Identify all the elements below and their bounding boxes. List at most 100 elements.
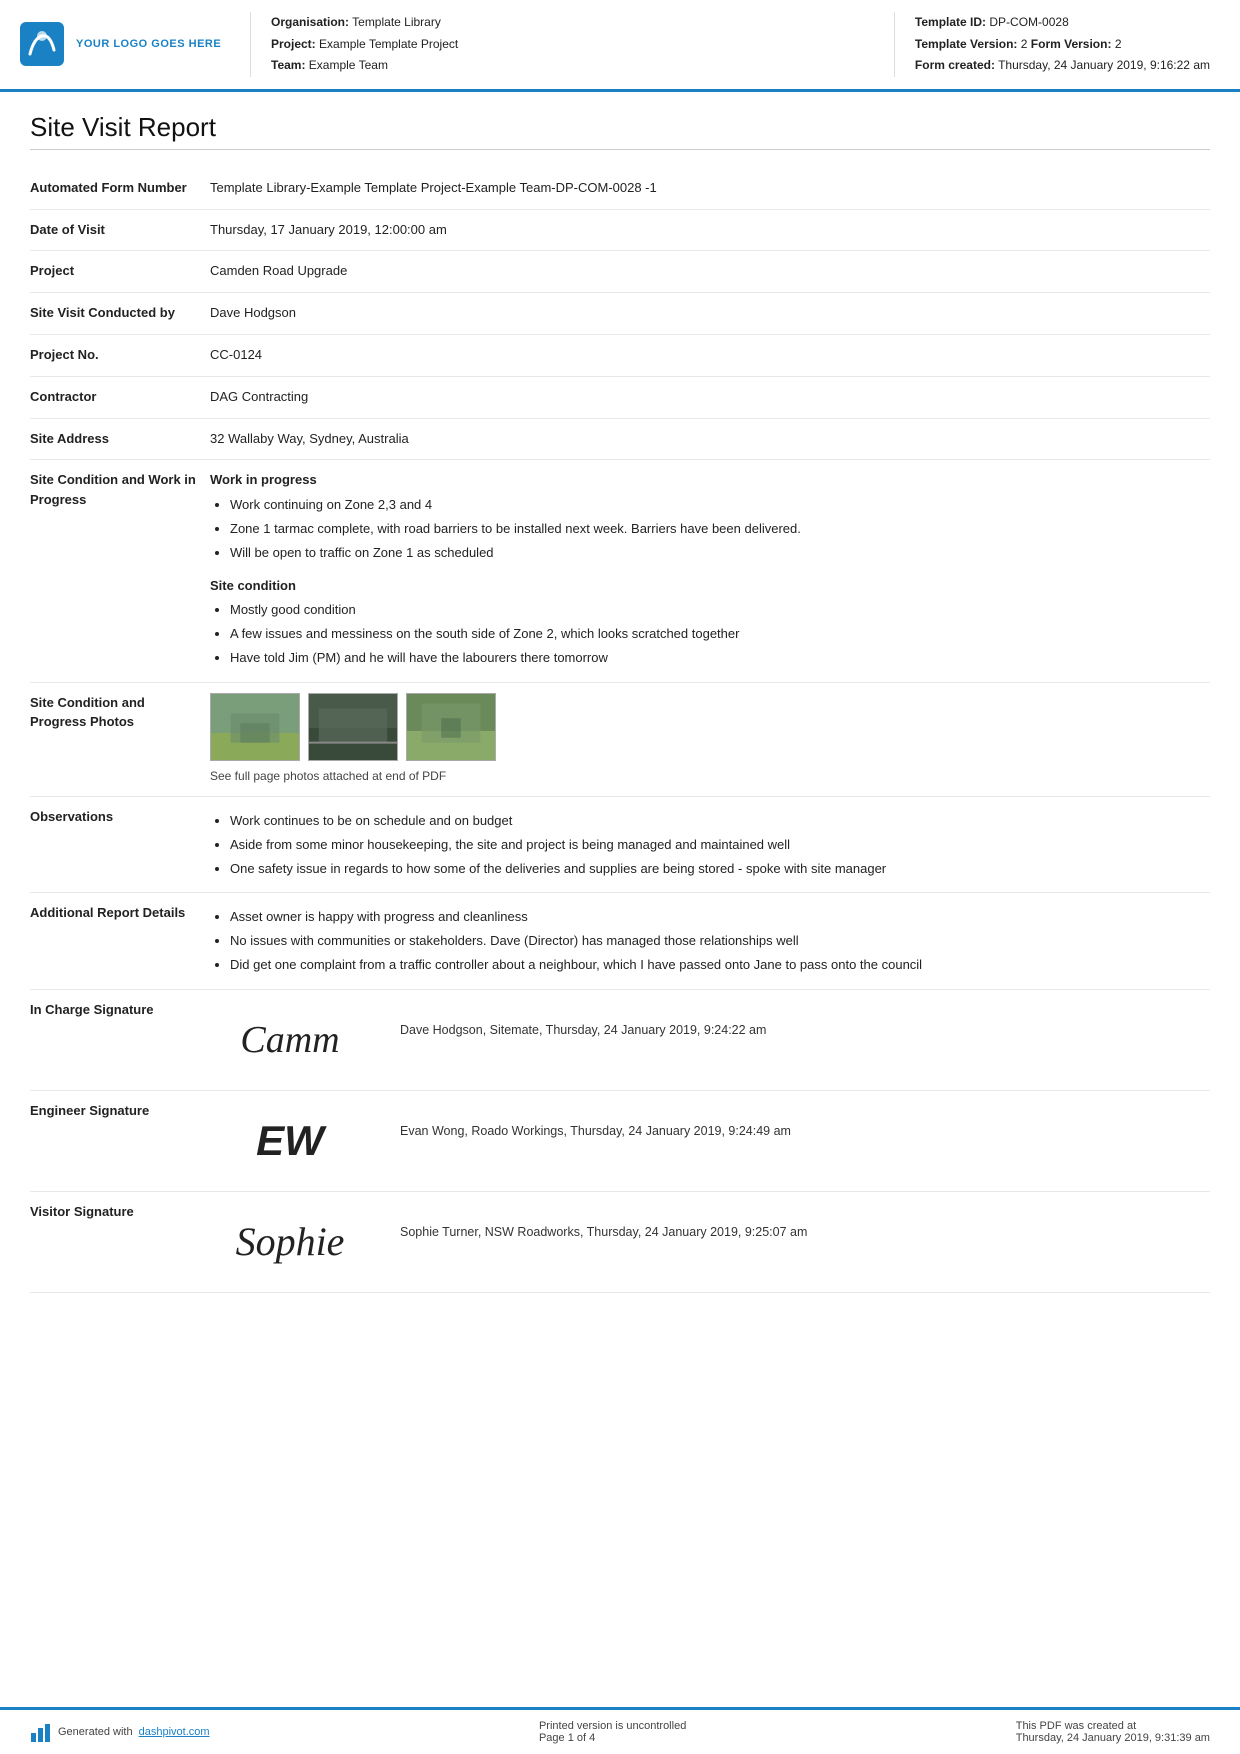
list-item: One safety issue in regards to how some … — [230, 859, 1210, 880]
created-date: Thursday, 24 January 2019, 9:31:39 am — [1016, 1732, 1210, 1744]
observations-row: Observations Work continues to be on sch… — [30, 797, 1210, 893]
in-charge-value: Camm Dave Hodgson, Sitemate, Thursday, 2… — [210, 1000, 1210, 1080]
form-created-value: Thursday, 24 January 2019, 9:16:22 am — [998, 58, 1210, 72]
page-text: Page 1 of 4 — [539, 1732, 686, 1744]
in-charge-label: In Charge Signature — [30, 1000, 210, 1020]
footer-print-text: Printed version is uncontrolled Page 1 o… — [539, 1720, 686, 1744]
visitor-label: Visitor Signature — [30, 1202, 210, 1222]
engineer-sig-info: Evan Wong, Roado Workings, Thursday, 24 … — [400, 1101, 791, 1141]
automated-value: Template Library-Example Template Projec… — [210, 178, 1210, 199]
in-charge-sig-text: Camm — [240, 1021, 339, 1059]
list-item: Asset owner is happy with progress and c… — [230, 907, 1210, 928]
project-row: Project Camden Road Upgrade — [30, 251, 1210, 293]
contractor-row: Contractor DAG Contracting — [30, 377, 1210, 419]
site-condition-heading: Site condition — [210, 576, 1210, 597]
footer-brand: Generated with dashpivot.com — [30, 1721, 210, 1743]
visitor-row: Visitor Signature Sophie Sophie Turner, … — [30, 1192, 1210, 1293]
logo-area: YOUR LOGO GOES HERE — [20, 12, 230, 77]
footer: Generated with dashpivot.com Printed ver… — [0, 1707, 1240, 1754]
header-right: Template ID: DP-COM-0028 Template Versio… — [894, 12, 1210, 77]
list-item: No issues with communities or stakeholde… — [230, 931, 1210, 952]
list-item: Work continues to be on schedule and on … — [230, 811, 1210, 832]
engineer-row: Engineer Signature EW Evan Wong, Roado W… — [30, 1091, 1210, 1192]
footer-generated-text: Generated with — [58, 1726, 133, 1738]
engineer-signature-area: EW Evan Wong, Roado Workings, Thursday, … — [210, 1101, 1210, 1181]
form-version-label: Form Version: — [1031, 37, 1112, 51]
photos-value: See full page photos attached at end of … — [210, 693, 1210, 786]
in-charge-signature-area: Camm Dave Hodgson, Sitemate, Thursday, 2… — [210, 1000, 1210, 1080]
in-charge-sig-image: Camm — [210, 1000, 370, 1080]
list-item: Zone 1 tarmac complete, with road barrie… — [230, 519, 1210, 540]
project-field-value: Camden Road Upgrade — [210, 261, 1210, 282]
site-condition-items-list: Mostly good condition A few issues and m… — [230, 600, 1210, 668]
contractor-value: DAG Contracting — [210, 387, 1210, 408]
photo-thumb-2 — [308, 693, 398, 761]
project-value: Example Template Project — [319, 37, 458, 51]
site-visit-label: Site Visit Conducted by — [30, 303, 210, 323]
visitor-sig-info: Sophie Turner, NSW Roadworks, Thursday, … — [400, 1202, 807, 1242]
photos-row: Site Condition and Progress Photos — [30, 683, 1210, 797]
site-condition-label: Site Condition and Work in Progress — [30, 470, 210, 509]
list-item: Mostly good condition — [230, 600, 1210, 621]
date-value: Thursday, 17 January 2019, 12:00:00 am — [210, 220, 1210, 241]
in-charge-row: In Charge Signature Camm Dave Hodgson, S… — [30, 990, 1210, 1091]
project-no-value: CC-0124 — [210, 345, 1210, 366]
project-label: Project: — [271, 37, 316, 51]
site-address-value: 32 Wallaby Way, Sydney, Australia — [210, 429, 1210, 450]
created-text: This PDF was created at — [1016, 1720, 1210, 1732]
report-title: Site Visit Report — [30, 112, 1210, 150]
org-value: Template Library — [352, 15, 441, 29]
team-value: Example Team — [309, 58, 388, 72]
footer-link[interactable]: dashpivot.com — [139, 1726, 210, 1738]
visitor-signature-area: Sophie Sophie Turner, NSW Roadworks, Thu… — [210, 1202, 1210, 1282]
observations-list: Work continues to be on schedule and on … — [230, 811, 1210, 879]
contractor-label: Contractor — [30, 387, 210, 407]
visitor-sig-text: Sophie — [236, 1222, 345, 1262]
observations-label: Observations — [30, 807, 210, 827]
page: YOUR LOGO GOES HERE Organisation: Templa… — [0, 0, 1240, 1754]
team-label: Team: — [271, 58, 305, 72]
in-charge-sig-info: Dave Hodgson, Sitemate, Thursday, 24 Jan… — [400, 1000, 766, 1040]
template-id-label: Template ID: — [915, 15, 986, 29]
list-item: Work continuing on Zone 2,3 and 4 — [230, 495, 1210, 516]
list-item: A few issues and messiness on the south … — [230, 624, 1210, 645]
photo-thumb-3 — [406, 693, 496, 761]
list-item: Have told Jim (PM) and he will have the … — [230, 648, 1210, 669]
visitor-sig-image: Sophie — [210, 1202, 370, 1282]
work-heading: Work in progress — [210, 470, 1210, 491]
photo-svg-3 — [407, 693, 495, 761]
form-created-label: Form created: — [915, 58, 995, 72]
automated-row: Automated Form Number Template Library-E… — [30, 168, 1210, 210]
engineer-sig-image: EW — [210, 1101, 370, 1181]
list-item: Will be open to traffic on Zone 1 as sch… — [230, 543, 1210, 564]
org-label: Organisation: — [271, 15, 349, 29]
site-address-label: Site Address — [30, 429, 210, 449]
site-address-row: Site Address 32 Wallaby Way, Sydney, Aus… — [30, 419, 1210, 461]
print-text: Printed version is uncontrolled — [539, 1720, 686, 1732]
date-label: Date of Visit — [30, 220, 210, 240]
photo-strip — [210, 693, 1210, 761]
footer-logo-icon — [30, 1721, 52, 1743]
header: YOUR LOGO GOES HERE Organisation: Templa… — [0, 0, 1240, 92]
logo-icon — [20, 22, 64, 66]
site-visit-row: Site Visit Conducted by Dave Hodgson — [30, 293, 1210, 335]
photo-svg-1 — [211, 693, 299, 761]
project-no-row: Project No. CC-0124 — [30, 335, 1210, 377]
engineer-sig-text: EW — [256, 1120, 324, 1162]
additional-row: Additional Report Details Asset owner is… — [30, 893, 1210, 989]
template-id-value: DP-COM-0028 — [989, 15, 1068, 29]
work-items-list: Work continuing on Zone 2,3 and 4 Zone 1… — [230, 495, 1210, 563]
photo-svg-2 — [309, 693, 397, 761]
project-field-label: Project — [30, 261, 210, 281]
additional-value: Asset owner is happy with progress and c… — [210, 903, 1210, 978]
observations-value: Work continues to be on schedule and on … — [210, 807, 1210, 882]
template-version-label: Template Version: — [915, 37, 1017, 51]
header-middle: Organisation: Template Library Project: … — [250, 12, 874, 77]
additional-list: Asset owner is happy with progress and c… — [230, 907, 1210, 975]
logo-text: YOUR LOGO GOES HERE — [76, 37, 221, 52]
site-condition-row: Site Condition and Work in Progress Work… — [30, 460, 1210, 682]
project-no-label: Project No. — [30, 345, 210, 365]
photo-thumb-1 — [210, 693, 300, 761]
main-content: Site Visit Report Automated Form Number … — [0, 92, 1240, 1707]
footer-created-area: This PDF was created at Thursday, 24 Jan… — [1016, 1720, 1210, 1744]
